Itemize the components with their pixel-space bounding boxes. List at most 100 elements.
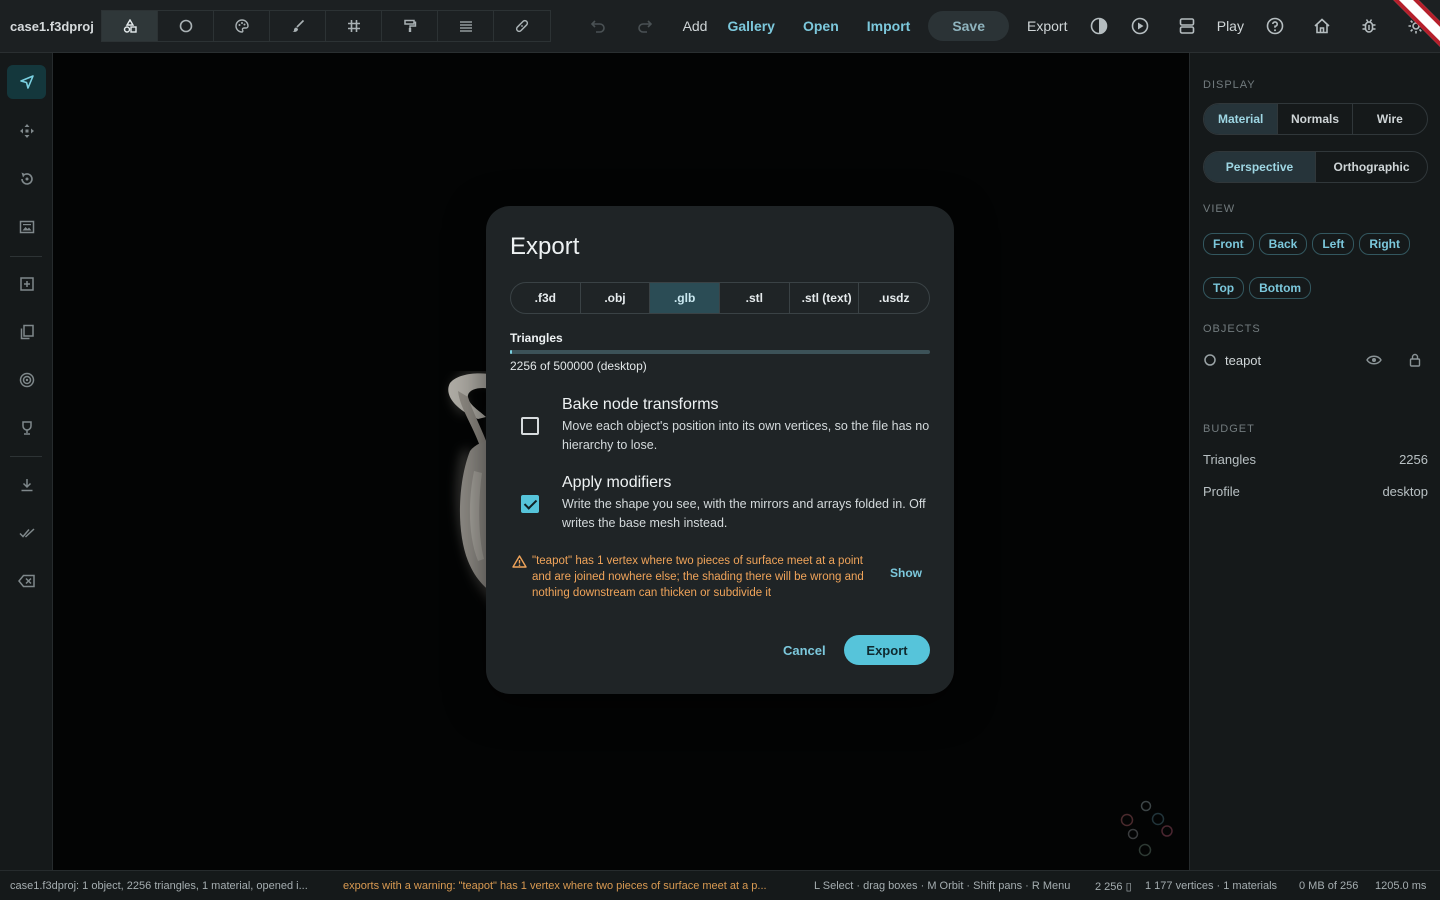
confirm-export-button[interactable]: Export — [844, 635, 930, 665]
perspective-button[interactable]: Perspective — [1204, 152, 1316, 182]
warning-text: "teapot" has 1 vertex where two pieces o… — [532, 555, 864, 599]
home-icon[interactable] — [1299, 0, 1346, 53]
properties-panel: DISPLAY Material Normals Wire Perspectiv… — [1189, 53, 1440, 870]
status-warning[interactable]: exports with a warning: "teapot" has 1 v… — [343, 880, 767, 892]
top-bar: case1.f3dproj Add Gallery Open Import Sa… — [0, 0, 1440, 56]
brush-icon[interactable] — [270, 11, 327, 41]
app-window: case1.f3dproj Add Gallery Open Import Sa… — [0, 0, 1440, 900]
format-f3d-button[interactable]: .f3d — [511, 283, 581, 313]
bake-transforms-title: Bake node transforms — [562, 396, 719, 413]
export-dialog: Export .f3d .obj .glb .stl .stl (text) .… — [486, 206, 954, 694]
circle-icon[interactable] — [158, 11, 215, 41]
format-selector: .f3d .obj .glb .stl .stl (text) .usdz — [510, 282, 930, 314]
format-stl-button[interactable]: .stl — [720, 283, 790, 313]
bake-transforms-checkbox[interactable] — [521, 417, 539, 435]
add-box-icon[interactable] — [7, 267, 46, 301]
rotate-icon[interactable] — [7, 162, 46, 196]
layers-icon[interactable] — [438, 11, 495, 41]
view-bottom-button[interactable]: Bottom — [1249, 277, 1312, 299]
backspace-icon[interactable] — [7, 564, 46, 598]
triangles-count: 2256 of 500000 (desktop) — [510, 359, 647, 373]
view-top-button[interactable]: Top — [1203, 277, 1245, 299]
download-icon[interactable] — [7, 468, 46, 502]
shapes-icon[interactable] — [102, 11, 159, 41]
double-check-icon[interactable] — [7, 516, 46, 550]
export-button[interactable]: Export — [1013, 18, 1081, 34]
visibility-eye-icon[interactable] — [1366, 353, 1382, 367]
palette-icon[interactable] — [214, 11, 271, 41]
grid-icon[interactable] — [326, 11, 383, 41]
play-circle-icon[interactable] — [1117, 0, 1164, 53]
budget-triangles-label: Triangles — [1203, 452, 1256, 467]
play-button[interactable]: Play — [1211, 18, 1252, 34]
trophy-icon[interactable] — [7, 411, 46, 445]
orthographic-button[interactable]: Orthographic — [1316, 152, 1427, 182]
left-toolbar — [0, 53, 53, 870]
add-button[interactable]: Add — [669, 18, 722, 34]
budget-triangles-row: Triangles 2256 — [1203, 452, 1428, 467]
status-hints: L Select · drag boxes · M Orbit · Shift … — [814, 880, 1071, 892]
redo-icon[interactable] — [622, 0, 669, 53]
apply-modifiers-description: Write the shape you see, with the mirror… — [562, 497, 926, 530]
orientation-gizmo[interactable] — [1119, 798, 1179, 858]
view-chips-row: Front Back Left Right — [1203, 233, 1410, 255]
format-glb-button[interactable]: .glb — [650, 283, 720, 313]
lock-icon[interactable] — [1408, 353, 1422, 367]
target-icon[interactable] — [7, 363, 46, 397]
status-bar: case1.f3dproj: 1 object, 2256 triangles,… — [0, 870, 1440, 900]
status-memory: 0 MB of 256 — [1299, 880, 1359, 892]
toolbar-divider — [10, 456, 42, 457]
triangles-budget-fill — [510, 350, 513, 354]
status-vertices: 1 177 vertices · 1 materials — [1145, 880, 1278, 892]
format-stl-text-button[interactable]: .stl (text) — [790, 283, 860, 313]
paint-roller-icon[interactable] — [382, 11, 439, 41]
cursor-icon[interactable] — [7, 65, 46, 99]
object-name: teapot — [1225, 352, 1262, 368]
mode-toolbar — [101, 10, 552, 42]
budget-triangles-value: 2256 — [1399, 452, 1428, 467]
budget-profile-value: desktop — [1382, 484, 1428, 499]
help-icon[interactable] — [1252, 0, 1299, 53]
bandage-icon[interactable] — [494, 11, 550, 41]
storage-icon[interactable] — [1164, 0, 1211, 53]
import-button[interactable]: Import — [853, 18, 925, 34]
triangles-budget-bar — [510, 350, 930, 354]
view-left-button[interactable]: Left — [1312, 233, 1355, 255]
display-normals-button[interactable]: Normals — [1278, 104, 1353, 134]
display-mode-toggle: Material Normals Wire — [1203, 103, 1428, 135]
move-icon[interactable] — [7, 114, 46, 148]
bake-transforms-description: Move each object's position into its own… — [562, 419, 930, 452]
view-back-button[interactable]: Back — [1258, 233, 1308, 255]
undo-icon[interactable] — [575, 0, 622, 53]
object-row-teapot[interactable]: teapot — [1203, 349, 1428, 371]
copy-icon[interactable] — [7, 315, 46, 349]
debug-ribbon — [1384, 0, 1440, 56]
budget-header: BUDGET — [1203, 423, 1255, 435]
save-button[interactable]: Save — [928, 11, 1010, 41]
apply-modifiers-checkbox[interactable] — [521, 495, 539, 513]
image-icon[interactable] — [7, 210, 46, 244]
budget-profile-label: Profile — [1203, 484, 1240, 499]
format-obj-button[interactable]: .obj — [581, 283, 651, 313]
format-usdz-button[interactable]: .usdz — [859, 283, 929, 313]
projection-toggle: Perspective Orthographic — [1203, 151, 1428, 183]
status-triangle-count: 2 256 ▯ — [1095, 881, 1132, 893]
display-material-button[interactable]: Material — [1204, 104, 1279, 134]
project-name: case1.f3dproj — [10, 18, 94, 34]
contrast-icon[interactable] — [1081, 0, 1116, 53]
apply-modifiers-title: Apply modifiers — [562, 474, 672, 491]
cancel-button[interactable]: Cancel — [783, 643, 826, 658]
status-summary: case1.f3dproj: 1 object, 2256 triangles,… — [10, 880, 308, 892]
view-front-button[interactable]: Front — [1203, 233, 1254, 255]
status-timing: 1205.0 ms — [1375, 880, 1427, 892]
view-right-button[interactable]: Right — [1359, 233, 1410, 255]
open-button[interactable]: Open — [789, 18, 853, 34]
show-warning-button[interactable]: Show — [890, 566, 922, 580]
dialog-title: Export — [510, 233, 580, 260]
triangles-label: Triangles — [510, 331, 563, 345]
display-wire-button[interactable]: Wire — [1353, 104, 1427, 134]
display-header: DISPLAY — [1203, 79, 1256, 91]
gallery-button[interactable]: Gallery — [721, 18, 788, 34]
objects-header: OBJECTS — [1203, 323, 1261, 335]
apply-modifiers-option: Apply modifiers Write the shape you see,… — [510, 472, 930, 536]
